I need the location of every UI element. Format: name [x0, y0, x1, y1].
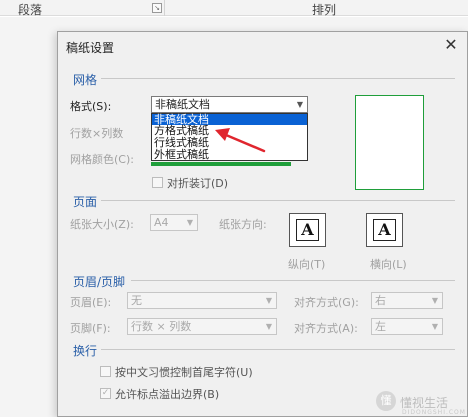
footer-label: 页脚(F): — [70, 322, 111, 335]
footer-select[interactable]: 行数 × 列数 ▼ — [127, 318, 277, 335]
orientation-label: 纸张方向: — [219, 218, 267, 231]
landscape-label: 横向(L) — [370, 258, 407, 271]
cjk-rules-checkbox[interactable] — [100, 366, 111, 377]
section-divider — [101, 200, 455, 201]
close-icon[interactable]: ✕ — [440, 35, 462, 55]
chevron-down-icon: ▼ — [186, 218, 194, 227]
grid-color-label: 网格颜色(C): — [70, 153, 134, 166]
header-align-select[interactable]: 右 ▼ — [371, 292, 443, 309]
watermark-subtext: DIDONGSHI.COM — [402, 409, 466, 416]
paragraph-group-label: 段落 — [18, 3, 43, 17]
chevron-down-icon: ▼ — [265, 296, 273, 305]
style-label: 格式(S): — [70, 100, 112, 113]
punctuation-overflow-label: 允许标点溢出边界(B) — [115, 388, 220, 401]
paper-size-select[interactable]: A4 ▼ — [150, 214, 198, 231]
footer-select-value: 行数 × 列数 — [131, 320, 192, 333]
fold-label: 对折装订(D) — [167, 177, 229, 190]
landscape-button[interactable]: A — [366, 213, 403, 247]
rows-cols-label: 行数×列数 — [70, 127, 124, 140]
section-divider — [101, 349, 455, 350]
watermark-logo-icon: 懂 — [376, 391, 396, 411]
chevron-down-icon: ▼ — [265, 322, 273, 331]
fold-checkbox[interactable] — [152, 177, 163, 188]
chevron-down-icon: ▼ — [431, 322, 439, 331]
header-select-value: 无 — [131, 294, 142, 307]
paragraph-dialog-launcher-icon[interactable]: ↘ — [152, 3, 162, 13]
arrange-group-label: 排列 — [312, 3, 337, 17]
style-select[interactable]: 非稿纸文档 ▼ — [151, 96, 308, 113]
section-header-footer: 页眉/页脚 — [73, 275, 126, 289]
red-pointer-arrow — [215, 128, 266, 153]
cjk-rules-label: 按中文习惯控制首尾字符(U) — [115, 366, 253, 379]
portrait-page-icon: A — [296, 219, 319, 241]
portrait-label: 纵向(T) — [288, 258, 326, 271]
paper-size-label: 纸张大小(Z): — [70, 218, 134, 231]
grid-color-swatch[interactable] — [151, 162, 291, 166]
checkmark-icon: ✓ — [101, 388, 110, 398]
landscape-page-icon: A — [373, 219, 396, 241]
section-divider — [131, 280, 455, 281]
chevron-down-icon: ▼ — [431, 296, 439, 305]
section-divider — [101, 78, 455, 79]
punctuation-overflow-checkbox[interactable]: ✓ — [100, 388, 111, 399]
footer-align-label: 对齐方式(A): — [294, 322, 358, 335]
header-label: 页眉(E): — [70, 296, 112, 309]
footer-align-value: 左 — [375, 320, 386, 333]
header-align-value: 右 — [375, 294, 386, 307]
preview-box — [355, 95, 424, 190]
ribbon-bar: 段落 ↘ 排列 — [0, 0, 468, 17]
chevron-down-icon: ▼ — [296, 100, 304, 109]
group-divider — [164, 0, 165, 16]
dialog-title: 稿纸设置 — [66, 41, 115, 55]
header-select[interactable]: 无 ▼ — [127, 292, 277, 309]
section-page: 页面 — [73, 195, 98, 209]
section-grid: 网格 — [73, 73, 98, 87]
portrait-button[interactable]: A — [289, 213, 326, 247]
paper-size-value: A4 — [154, 216, 169, 229]
section-line-break: 换行 — [73, 344, 98, 358]
footer-align-select[interactable]: 左 ▼ — [371, 318, 443, 335]
style-select-value: 非稿纸文档 — [155, 98, 210, 111]
header-align-label: 对齐方式(G): — [294, 296, 359, 309]
